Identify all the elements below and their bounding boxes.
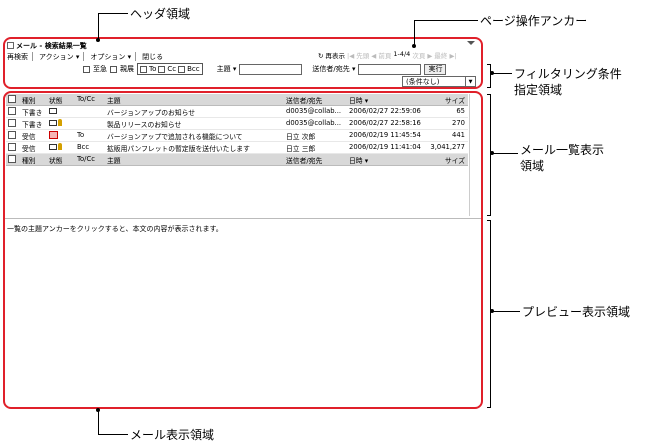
callout-filter-area-2: 指定領域 <box>514 83 563 97</box>
callout-mail-area: メール表示領域 <box>130 428 215 442</box>
callout-header-area: ヘッダ領域 <box>130 7 191 21</box>
callout-list-area-2: 領域 <box>520 159 545 173</box>
callout-list-area-1: メール一覧表示 <box>520 143 605 157</box>
callout-preview-area: プレビュー表示領域 <box>522 305 631 319</box>
callout-filter-area-1: フィルタリング条件 <box>514 67 622 81</box>
header-area-highlight <box>3 37 483 89</box>
callout-page-anchor: ページ操作アンカー <box>480 14 588 28</box>
mail-area-highlight <box>3 91 483 409</box>
